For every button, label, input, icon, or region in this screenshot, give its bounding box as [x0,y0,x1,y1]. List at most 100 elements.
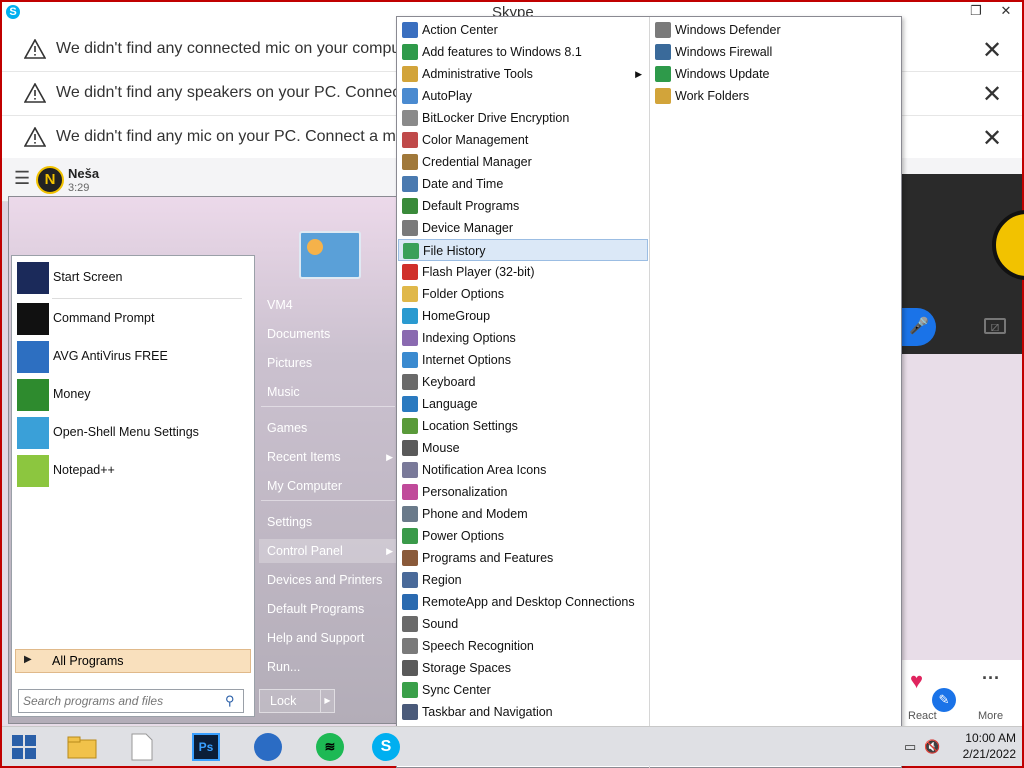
start-place-music[interactable]: Music [259,380,401,404]
cp-item-power-options[interactable]: Power Options [398,525,648,547]
cp-item-keyboard[interactable]: Keyboard [398,371,648,393]
program-item[interactable]: Start Screen [15,260,247,296]
cp-item-remoteapp-and-desktop-connections[interactable]: RemoteApp and Desktop Connections [398,591,648,613]
all-programs-button[interactable]: ▶ All Programs [15,649,251,673]
skype-taskbar-icon[interactable]: S [368,731,404,763]
microphone-button[interactable]: 🎤 [902,308,936,346]
cp-item-label: Credential Manager [422,155,532,169]
start-place-devices-and-printers[interactable]: Devices and Printers [259,568,401,592]
cp-item-mouse[interactable]: Mouse [398,437,648,459]
cp-item-sound[interactable]: Sound [398,613,648,635]
start-place-default-programs[interactable]: Default Programs [259,597,401,621]
cp-item-programs-and-features[interactable]: Programs and Features [398,547,648,569]
search-box[interactable]: ⚲ [18,689,244,713]
cp-item-device-manager[interactable]: Device Manager [398,217,648,239]
avatar[interactable]: N [36,166,64,194]
cp-item-label: Mouse [422,441,460,455]
thunderbird-icon[interactable] [250,731,286,763]
cp-item-windows-update[interactable]: Windows Update [651,63,901,85]
close-notification-button[interactable]: ✕ [982,80,1002,109]
restore-button[interactable]: ❐ [960,2,992,22]
cp-item-homegroup[interactable]: HomeGroup [398,305,648,327]
cp-item-phone-and-modem[interactable]: Phone and Modem [398,503,648,525]
control-panel-applet-icon [402,220,418,236]
cp-item-work-folders[interactable]: Work Folders [651,85,901,107]
program-item[interactable]: AVG AntiVirus FREE [15,339,247,375]
separator [261,500,395,501]
cp-item-autoplay[interactable]: AutoPlay [398,85,648,107]
windows-start-icon[interactable] [6,731,42,763]
cp-item-color-management[interactable]: Color Management [398,129,648,151]
control-panel-applet-icon [402,704,418,720]
control-panel-applet-icon [402,286,418,302]
control-panel-applet-icon [402,308,418,324]
close-window-button[interactable]: ✕ [990,2,1022,22]
start-place-control-panel[interactable]: Control Panel ▶ [259,539,401,563]
start-place-games[interactable]: Games [259,416,401,440]
cp-item-file-history[interactable]: File History [398,239,648,261]
close-notification-button[interactable]: ✕ [982,124,1002,153]
cp-item-folder-options[interactable]: Folder Options [398,283,648,305]
network-icon[interactable]: ▭ [904,739,916,755]
cp-item-storage-spaces[interactable]: Storage Spaces [398,657,648,679]
cp-item-location-settings[interactable]: Location Settings [398,415,648,437]
volume-muted-icon[interactable]: 🔇 [924,739,940,755]
cp-item-language[interactable]: Language [398,393,648,415]
cp-item-speech-recognition[interactable]: Speech Recognition [398,635,648,657]
cp-item-windows-firewall[interactable]: Windows Firewall [651,41,901,63]
cp-item-add-features-to-windows-8-1[interactable]: Add features to Windows 8.1 [398,41,648,63]
cp-item-taskbar-and-navigation[interactable]: Taskbar and Navigation [398,701,648,723]
cp-item-region[interactable]: Region [398,569,648,591]
cp-item-default-programs[interactable]: Default Programs [398,195,648,217]
program-item[interactable]: Money [15,377,247,413]
spotify-icon[interactable]: ≋ [312,731,348,763]
camera-off-icon[interactable]: ⧄ [984,318,1006,334]
start-place-my-computer[interactable]: My Computer [259,474,401,498]
start-place-run[interactable]: Run... [259,655,401,679]
control-panel-applet-icon [402,484,418,500]
start-place-pictures[interactable]: Pictures [259,351,401,375]
heart-react-icon[interactable]: ♥ [910,668,923,694]
hamburger-menu-icon[interactable]: ☰ [14,168,30,189]
cp-item-bitlocker-drive-encryption[interactable]: BitLocker Drive Encryption [398,107,648,129]
search-icon[interactable]: ⚲ [225,693,235,709]
photoshop-icon[interactable]: Ps [188,731,224,763]
clock-date[interactable]: 2/21/2022 [950,747,1016,761]
start-place-settings[interactable]: Settings [259,510,401,534]
cp-item-internet-options[interactable]: Internet Options [398,349,648,371]
program-label: Money [53,387,91,401]
start-place-help-and-support[interactable]: Help and Support [259,626,401,650]
cp-item-notification-area-icons[interactable]: Notification Area Icons [398,459,648,481]
cp-item-flash-player-32-bit[interactable]: Flash Player (32-bit) [398,261,648,283]
cp-item-indexing-options[interactable]: Indexing Options [398,327,648,349]
more-options-icon[interactable]: ··· [982,668,1000,689]
cp-item-sync-center[interactable]: Sync Center [398,679,648,701]
edit-pen-icon[interactable]: ✎ [932,688,956,712]
blank-document-icon[interactable] [124,731,160,763]
place-label: Default Programs [267,602,365,616]
search-input[interactable] [23,693,213,709]
cp-item-action-center[interactable]: Action Center [398,19,648,41]
program-item[interactable]: Notepad++ [15,453,247,489]
start-place-documents[interactable]: Documents [259,322,401,346]
program-item[interactable]: Command Prompt [15,301,247,337]
place-label: Recent Items [267,450,341,464]
lock-button[interactable]: Lock ▶ [259,689,335,713]
chevron-right-icon[interactable]: ▶ [320,690,334,712]
cp-item-windows-defender[interactable]: Windows Defender [651,19,901,41]
program-item[interactable]: Open-Shell Menu Settings [15,415,247,451]
start-place-recent-items[interactable]: Recent Items ▶ [259,445,401,469]
avg-icon [17,341,49,373]
cp-item-label: Programs and Features [422,551,554,565]
place-label: Run... [267,660,301,674]
start-place-vm4[interactable]: VM4 [259,293,401,317]
file-explorer-icon[interactable] [64,731,100,763]
close-notification-button[interactable]: ✕ [982,36,1002,65]
cp-item-date-and-time[interactable]: Date and Time [398,173,648,195]
submenu-arrow-icon: ▶ [635,69,642,79]
cp-item-administrative-tools[interactable]: Administrative Tools ▶ [398,63,648,85]
cp-item-credential-manager[interactable]: Credential Manager [398,151,648,173]
clock-time[interactable]: 10:00 AM [954,731,1016,745]
control-panel-applet-icon [655,66,671,82]
cp-item-personalization[interactable]: Personalization [398,481,648,503]
